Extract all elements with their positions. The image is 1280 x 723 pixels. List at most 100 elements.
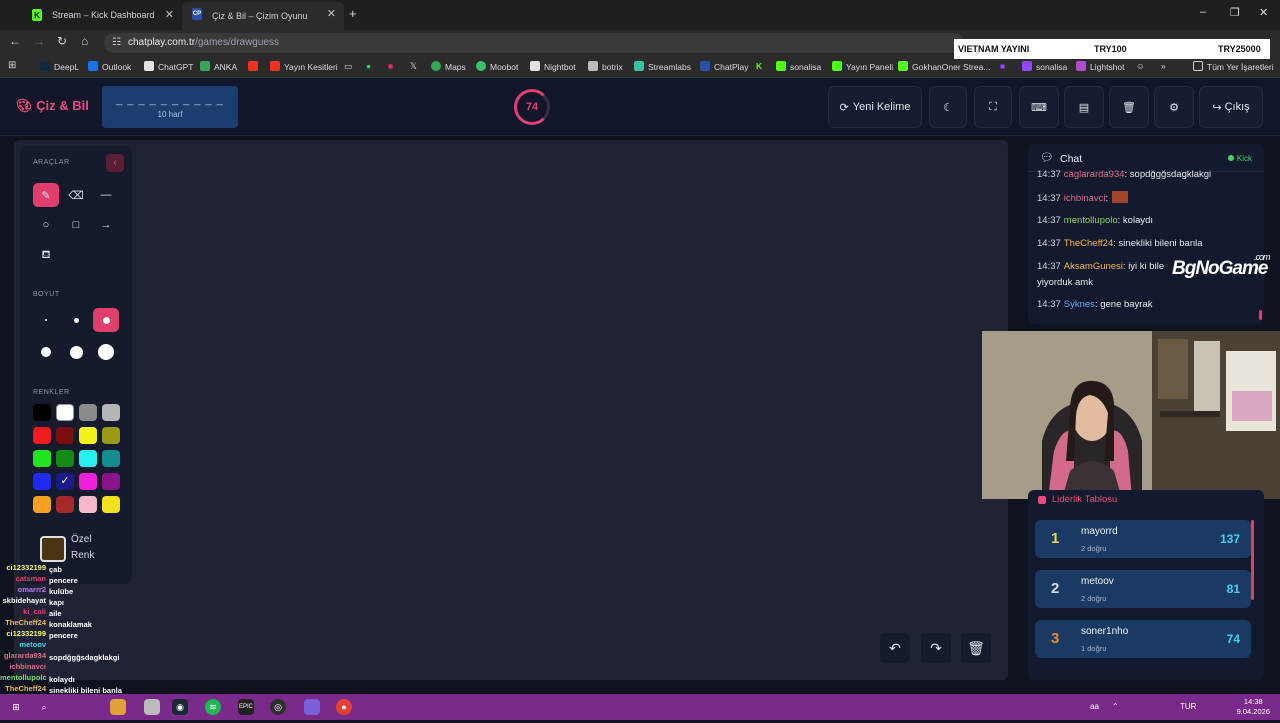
bookmark[interactable]: Yayın Paneli xyxy=(832,61,893,72)
color-swatch[interactable] xyxy=(102,473,120,490)
bookmark[interactable]: Outlook xyxy=(88,61,131,72)
bookmark[interactable]: DeepL xyxy=(40,61,79,72)
language-indicator[interactable]: TUR xyxy=(1180,702,1196,711)
bookmark[interactable]: Lightshot xyxy=(1076,61,1125,72)
line-tool[interactable]: — xyxy=(93,183,119,207)
chat-scrollbar[interactable] xyxy=(1259,310,1262,320)
circle-tool[interactable]: ○ xyxy=(33,213,59,237)
size-option[interactable] xyxy=(93,340,119,364)
clear-canvas-button[interactable]: 🗑︎ xyxy=(961,633,991,663)
restore-button[interactable]: ❐ xyxy=(1230,6,1240,19)
color-swatch[interactable] xyxy=(102,427,120,444)
color-swatch[interactable] xyxy=(33,473,51,490)
whatsapp-icon[interactable]: ● xyxy=(366,61,371,71)
leaderboard-scrollbar[interactable] xyxy=(1251,520,1254,600)
tray-chevron-icon[interactable]: ⌃ xyxy=(1112,702,1119,711)
size-option[interactable] xyxy=(33,308,59,332)
bookmark[interactable]: Streamlabs xyxy=(634,61,691,72)
bookmark[interactable]: ChatPlay xyxy=(700,61,749,72)
back-icon[interactable]: ← xyxy=(9,34,21,48)
bookmark[interactable]: ChatGPT xyxy=(144,61,193,72)
message-username[interactable]: AksamGunesi xyxy=(1064,261,1123,272)
color-swatch[interactable] xyxy=(102,496,120,513)
forward-icon[interactable]: → xyxy=(33,34,45,48)
color-swatch[interactable] xyxy=(102,404,120,421)
color-swatch[interactable] xyxy=(33,427,51,444)
reload-icon[interactable]: ↻ xyxy=(57,34,67,48)
color-swatch[interactable] xyxy=(33,496,51,513)
color-swatch[interactable] xyxy=(79,404,97,421)
spotify-icon[interactable]: ≋ xyxy=(205,699,221,715)
message-username[interactable]: caglararda934 xyxy=(1064,169,1125,180)
search-icon[interactable]: ⌕ xyxy=(36,699,52,715)
obs-icon[interactable]: ◎ xyxy=(270,699,286,715)
color-swatch[interactable] xyxy=(56,427,74,444)
clock[interactable]: 14:38 9.04.2026 xyxy=(1237,697,1270,717)
bookmark[interactable]: GokhanOner Strea... xyxy=(898,61,990,72)
more-bookmarks-icon[interactable]: » xyxy=(1161,61,1166,71)
pen-tool[interactable]: ✎ xyxy=(33,183,59,207)
x-icon[interactable]: 𝕏 xyxy=(410,61,417,72)
eraser-tool[interactable]: ⌫ xyxy=(63,183,89,207)
color-swatch[interactable] xyxy=(79,473,97,490)
start-icon[interactable]: ⊞ xyxy=(8,699,24,715)
color-swatch[interactable] xyxy=(56,450,74,467)
message-username[interactable]: TheCheff24 xyxy=(1064,238,1113,249)
color-swatch[interactable] xyxy=(56,496,74,513)
message-username[interactable]: ichbinavci xyxy=(1064,193,1106,204)
custom-color-swatch[interactable] xyxy=(40,536,66,562)
keyboard-button[interactable]: ⌨ xyxy=(1019,86,1059,128)
collapse-panel-button[interactable]: ‹ xyxy=(106,154,124,172)
color-swatch[interactable] xyxy=(79,427,97,444)
color-swatch[interactable]: ✓ xyxy=(56,473,74,490)
kick-icon[interactable]: K xyxy=(756,61,762,71)
bookmark[interactable]: Nightbot xyxy=(530,61,576,72)
size-option[interactable] xyxy=(63,308,89,332)
color-swatch[interactable] xyxy=(79,496,97,513)
size-option[interactable] xyxy=(63,340,89,364)
color-swatch[interactable] xyxy=(33,450,51,467)
custom-color-label[interactable]: Özel Renk xyxy=(71,532,94,564)
chrome-icon[interactable]: ● xyxy=(336,699,352,715)
bookmark[interactable]: ANKA xyxy=(200,61,237,72)
color-swatch[interactable] xyxy=(56,404,74,421)
bookmark[interactable]: sonalisa xyxy=(776,61,821,72)
arrow-tool[interactable]: → xyxy=(93,213,119,237)
clear-button[interactable]: 🗑︎ xyxy=(1109,86,1149,128)
tab-kick-dashboard[interactable]: K Stream – Kick Dashboard ✕ xyxy=(22,3,182,27)
tab-drawguess[interactable]: CP Çiz & Bil – Çizim Oyunu ✕ xyxy=(182,2,344,30)
close-icon[interactable]: ✕ xyxy=(327,7,336,20)
archive-button[interactable]: ▤ xyxy=(1064,86,1104,128)
size-option[interactable] xyxy=(33,340,59,364)
redo-button[interactable]: ↷ xyxy=(921,633,951,663)
apps-icon[interactable]: ⊞ xyxy=(8,60,16,71)
rectangle-tool[interactable]: □ xyxy=(63,213,89,237)
new-word-button[interactable]: ⟳ Yeni Kelime xyxy=(828,86,922,128)
close-icon[interactable]: ✕ xyxy=(165,8,174,21)
message-username[interactable]: Syknes xyxy=(1064,299,1095,310)
color-swatch[interactable] xyxy=(33,404,51,421)
bookmark[interactable]: Tüm Yer İşaretleri xyxy=(1193,61,1274,72)
folder-icon[interactable]: ▭ xyxy=(344,61,352,72)
color-swatch[interactable] xyxy=(79,450,97,467)
bookmark[interactable]: Moobot xyxy=(476,61,518,72)
bookmark[interactable]: botrix xyxy=(588,61,623,72)
app-icon[interactable] xyxy=(144,699,160,715)
explorer-icon[interactable] xyxy=(110,699,126,715)
bookmark[interactable] xyxy=(248,61,262,72)
window-close-button[interactable]: ✕ xyxy=(1259,6,1268,19)
emoji-icon[interactable]: ☺ xyxy=(1136,61,1145,71)
bookmark[interactable]: sonalisa xyxy=(1022,61,1067,72)
undo-button[interactable]: ↶ xyxy=(880,633,910,663)
app-icon[interactable] xyxy=(304,699,320,715)
instagram-icon[interactable]: ■ xyxy=(388,61,393,71)
app-logo[interactable]: 🎨︎ Çiz & Bil xyxy=(16,98,89,114)
home-icon[interactable]: ⌂ xyxy=(81,34,88,48)
bookmark[interactable]: Maps xyxy=(431,61,466,72)
settings-button[interactable]: ⚙ xyxy=(1154,86,1194,128)
epic-icon[interactable]: EPIC xyxy=(238,699,254,715)
twitch-icon[interactable]: ■ xyxy=(1000,61,1005,71)
fullscreen-button[interactable]: ⛶ xyxy=(974,86,1012,128)
site-info-icon[interactable]: ☷ xyxy=(112,33,121,53)
fill-tool[interactable]: ⛾ xyxy=(33,244,59,268)
